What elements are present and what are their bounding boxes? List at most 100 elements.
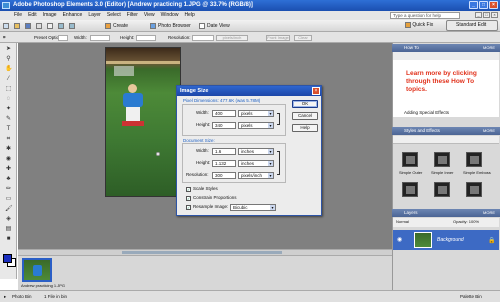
foreground-color-swatch[interactable] [3,254,12,263]
move-tool-icon[interactable]: ➤ [5,46,12,53]
eraser-tool-icon[interactable]: ▭ [5,196,12,203]
height-field[interactable] [136,35,156,41]
menu-select[interactable]: Select [107,11,121,20]
hand-tool-icon[interactable]: ✋ [5,66,12,73]
photo-bin-label[interactable]: Photo Bin [12,291,32,302]
marquee-tool-icon[interactable]: ⬚ [5,86,12,93]
open-icon[interactable] [14,23,20,29]
gradient-tool-icon[interactable]: ▤ [5,226,12,233]
photo-bin-toggle-icon[interactable]: ▸ [4,291,6,302]
effect-item-4[interactable] [402,182,418,197]
layer-thumbnail [414,232,432,248]
menu-file[interactable]: File [14,11,22,20]
how-to-header[interactable]: How To MORE [392,44,500,52]
menu-filter[interactable]: Filter [127,11,138,20]
undo-icon[interactable] [58,23,64,29]
eye-icon[interactable]: ◉ [397,236,402,243]
clear-button[interactable]: Clear [294,35,312,41]
resolution-input[interactable]: 300 [212,172,236,179]
effect-item-5[interactable] [434,182,450,197]
minimize-button[interactable]: _ [469,1,478,9]
resolution-unit-select[interactable]: pixels/inch [238,172,274,179]
constrain-proportions-checkbox[interactable]: ✓ [186,196,191,201]
layer-mode-select[interactable]: Normal [396,219,409,224]
how-to-more-button[interactable]: MORE [483,44,495,52]
standard-edit-button[interactable]: Standard Edit [446,20,498,31]
ok-button[interactable]: OK [292,100,318,108]
quick-fix-button[interactable]: Quick Fix [405,21,433,30]
pixel-height-unit-select[interactable]: pixels [238,122,274,129]
quick-fix-icon [405,21,411,28]
email-icon[interactable] [47,23,53,29]
create-button[interactable]: Create [105,23,128,29]
red-eye-tool-icon[interactable]: ◉ [5,156,12,163]
menu-edit[interactable]: Edit [28,11,37,20]
crop-tool-icon[interactable]: ⌗ [5,136,12,143]
preset-select[interactable] [58,35,68,41]
menu-window[interactable]: Window [161,11,179,20]
palette-bin-label[interactable]: Palette Bin [460,291,482,302]
scale-styles-checkbox[interactable]: ✓ [186,187,191,192]
resolution-field[interactable] [192,35,214,41]
layers-header[interactable]: Layers MORE [392,209,500,217]
save-icon[interactable] [25,23,31,29]
help-button[interactable]: Help [292,124,318,132]
styles-more-button[interactable]: MORE [483,127,495,135]
menu-image[interactable]: Image [43,11,57,20]
healing-brush-tool-icon[interactable]: ✚ [5,166,12,173]
photo-bin-thumbnail[interactable] [22,258,52,282]
eyedropper-tool-icon[interactable]: ⁄ [5,76,12,83]
doc-close-button[interactable]: × [491,12,498,18]
cookie-cutter-tool-icon[interactable]: ✱ [5,146,12,153]
menu-layer[interactable]: Layer [88,11,101,20]
photo-browser-button[interactable]: Photo Browser [150,23,191,29]
type-tool-icon[interactable]: T [5,126,12,133]
cancel-button[interactable]: Cancel [292,112,318,120]
new-icon[interactable] [3,23,9,29]
effect-simple-emboss[interactable] [466,152,482,167]
redo-icon[interactable] [69,23,75,29]
pixel-width-unit-select[interactable]: pixels [238,110,274,117]
selection-brush-tool-icon[interactable]: ✎ [5,116,12,123]
window-title: Adobe Photoshop Elements 3.0 (Editor) [A… [13,2,253,8]
doc-width-unit-select[interactable]: inches [238,148,274,155]
width-field[interactable] [90,35,110,41]
close-button[interactable]: × [489,1,498,9]
dialog-close-icon[interactable]: × [312,87,320,95]
doc-minimize-button[interactable]: _ [475,12,482,18]
menu-help[interactable]: Help [184,11,194,20]
front-image-button[interactable]: Front Image [266,35,290,41]
pencil-tool-icon[interactable]: ✏ [5,186,12,193]
pixel-width-input[interactable]: 400 [212,110,236,117]
document-window[interactable] [105,47,181,197]
styles-category-select[interactable] [393,136,499,144]
effect-simple-inner[interactable] [434,152,450,167]
layers-more-button[interactable]: MORE [483,209,495,217]
effect-item-6[interactable] [466,182,482,197]
print-icon[interactable] [36,23,42,29]
doc-height-input[interactable]: 1.132 [212,160,236,167]
shape-tool-icon[interactable]: ■ [5,236,12,243]
pixel-height-input[interactable]: 340 [212,122,236,129]
zoom-tool-icon[interactable]: ⚲ [5,56,12,63]
help-search-input[interactable]: Type a question for help [390,12,460,19]
date-view-button[interactable]: Date View [199,23,230,29]
how-to-link[interactable]: Adding Special Effects [404,110,449,115]
brush-tool-icon[interactable]: 🖌 [5,206,13,213]
paint-bucket-tool-icon[interactable]: ◈ [5,216,12,223]
magic-wand-tool-icon[interactable]: ✦ [5,106,12,113]
doc-height-unit-select[interactable]: inches [238,160,274,167]
menu-view[interactable]: View [144,11,155,20]
resolution-unit-select[interactable]: pixels/inch [216,35,248,41]
resample-method-select[interactable]: Bicubic [230,204,276,211]
doc-restore-button[interactable]: □ [483,12,490,18]
menu-enhance[interactable]: Enhance [63,11,83,20]
maximize-button[interactable]: □ [479,1,488,9]
clone-stamp-tool-icon[interactable]: ♣ [5,176,12,183]
layer-opacity[interactable]: Opacity: 100% [453,219,479,224]
doc-width-input[interactable]: 1.6 [212,148,236,155]
lasso-tool-icon[interactable]: ◌ [5,96,12,103]
resample-image-checkbox[interactable]: ✓ [186,205,191,210]
styles-effects-header[interactable]: Styles and Effects MORE [392,127,500,135]
effect-simple-outer[interactable] [402,152,418,167]
